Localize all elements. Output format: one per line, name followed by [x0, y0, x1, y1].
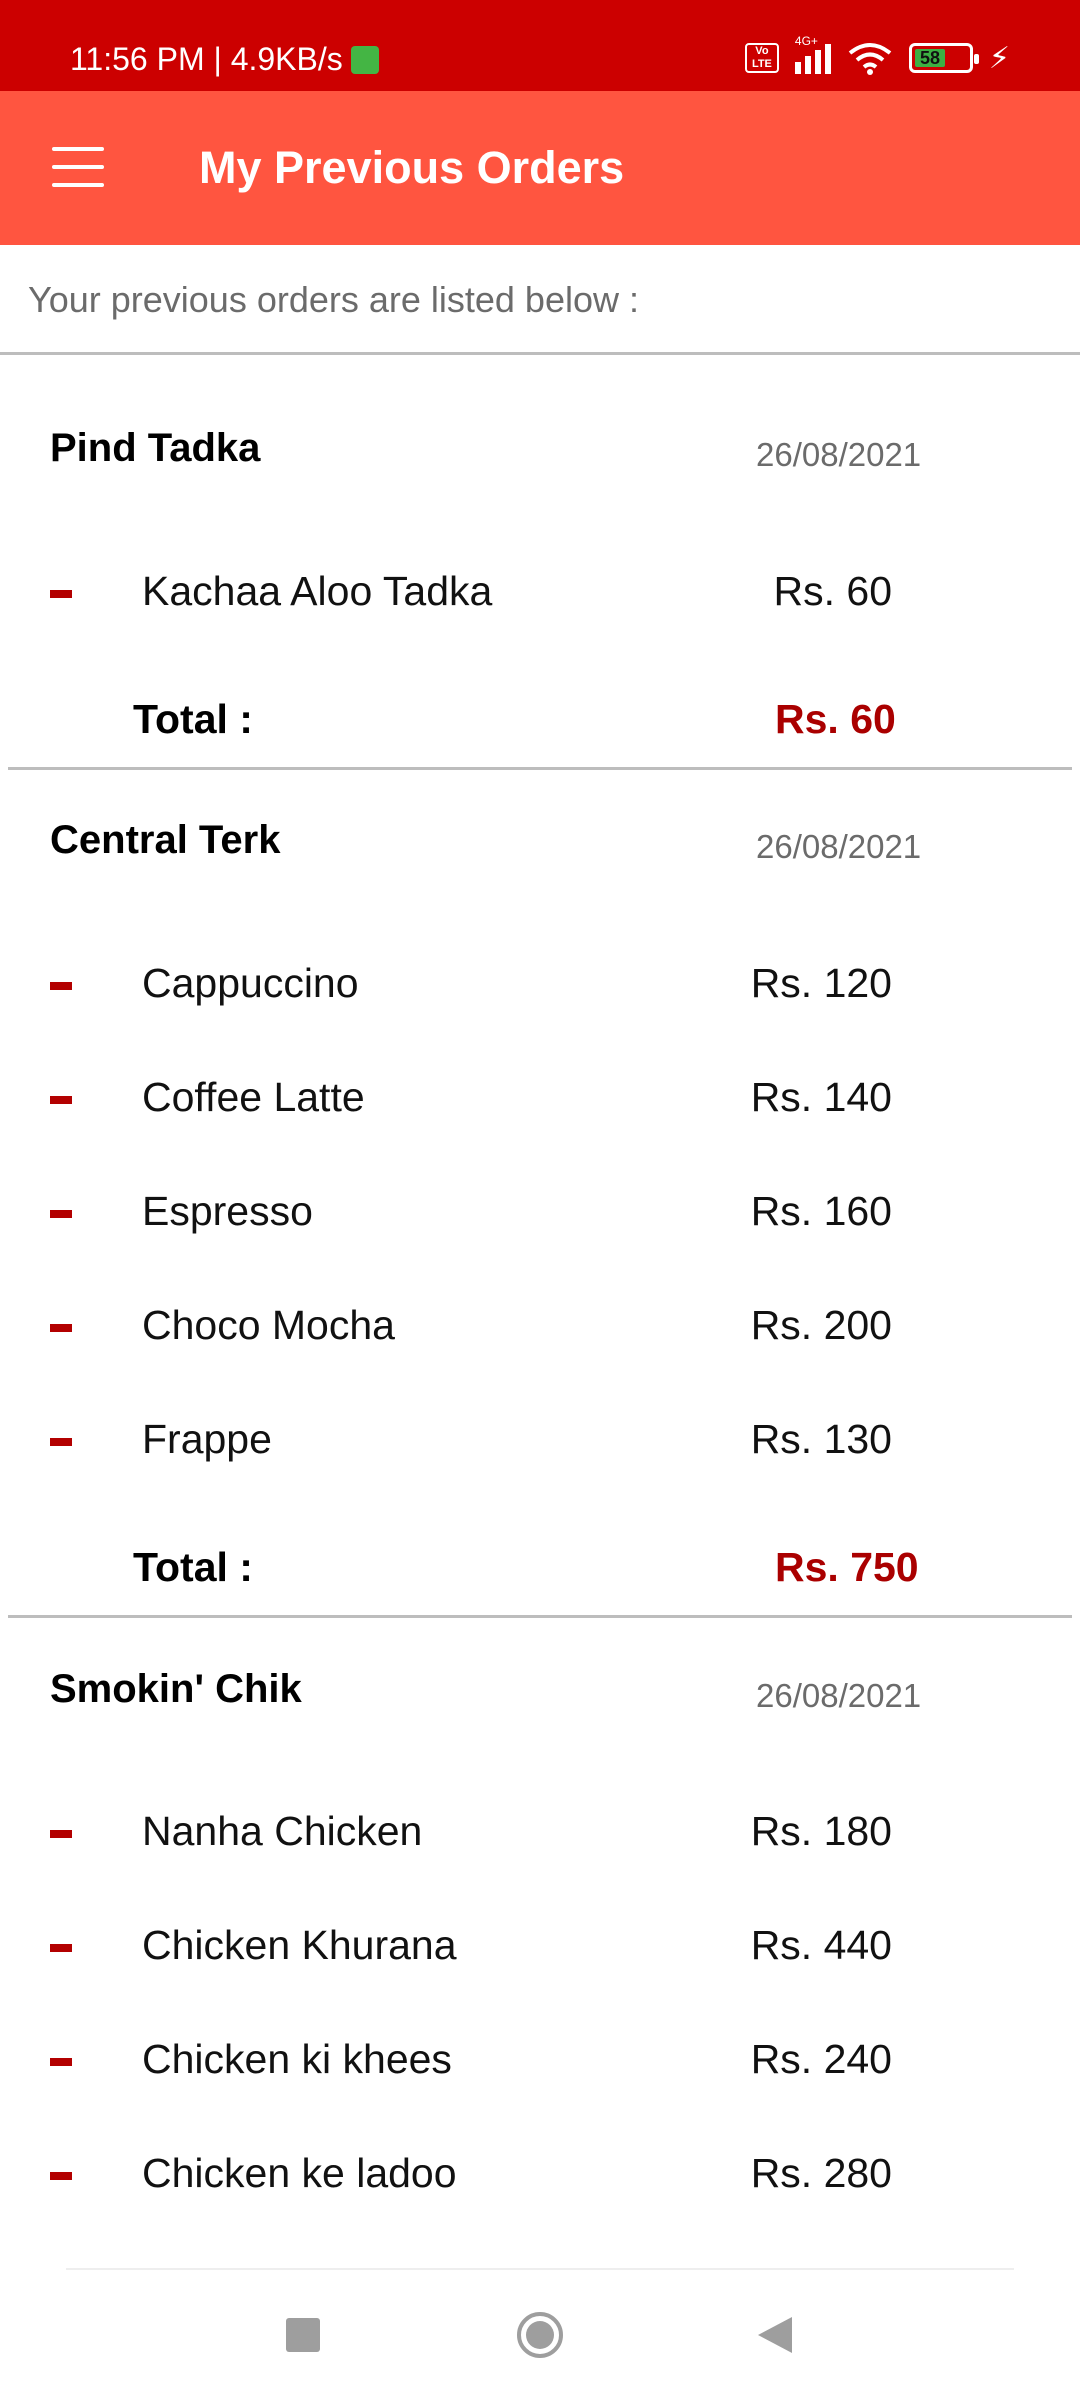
- status-time: 11:56 PM | 4.9KB/s: [70, 0, 379, 91]
- order-divider: [8, 1615, 1072, 1618]
- item-name: Chicken Khurana: [142, 1922, 457, 1968]
- total-label: Total :: [133, 696, 253, 742]
- item-name: Espresso: [142, 1188, 313, 1234]
- item-price: Rs. 140: [750, 1074, 892, 1120]
- item-name: Chicken ke ladoo: [142, 2150, 457, 2196]
- item-price: Rs. 240: [750, 2036, 892, 2082]
- order-date: 26/08/2021: [756, 828, 922, 865]
- dash-icon: [50, 590, 72, 598]
- total-value: Rs. 60: [775, 696, 896, 742]
- back-triangle-icon[interactable]: [756, 2315, 794, 2355]
- network-type-label: 4G+: [794, 34, 818, 48]
- dash-icon: [50, 1438, 72, 1446]
- item-name: Kachaa Aloo Tadka: [142, 568, 493, 614]
- order-item: Frappe Rs. 130: [0, 1416, 1080, 1476]
- item-name: Chicken ki khees: [142, 2036, 452, 2082]
- item-name: Frappe: [142, 1416, 272, 1462]
- order-item: Kachaa Aloo Tadka Rs. 60: [0, 568, 1080, 628]
- item-price: Rs. 180: [750, 1808, 892, 1854]
- nav-divider: [66, 2268, 1014, 2270]
- order-item: Chicken ke ladoo Rs. 280: [0, 2150, 1080, 2210]
- order-item: Choco Mocha Rs. 200: [0, 1302, 1080, 1362]
- order-item: Nanha Chicken Rs. 180: [0, 1808, 1080, 1868]
- order-item: Espresso Rs. 160: [0, 1188, 1080, 1248]
- volte-icon: Vo LTE: [744, 43, 779, 73]
- restaurant-name: Smokin' Chik: [50, 1667, 302, 1711]
- dash-icon: [50, 2172, 72, 2180]
- status-time-text: 11:56 PM | 4.9KB/s: [70, 41, 343, 77]
- battery-level: 58: [914, 49, 946, 67]
- item-price: Rs. 130: [750, 1416, 892, 1462]
- restaurant-name: Pind Tadka: [50, 426, 261, 470]
- item-price: Rs. 120: [750, 960, 892, 1006]
- item-price: Rs. 440: [750, 1922, 892, 1968]
- dash-icon: [50, 1944, 72, 1952]
- order-date: 26/08/2021: [756, 436, 922, 473]
- item-name: Nanha Chicken: [142, 1808, 423, 1854]
- dash-icon: [50, 982, 72, 990]
- total-value: Rs. 750: [775, 1544, 919, 1590]
- home-circle-icon[interactable]: [515, 2310, 565, 2360]
- total-label: Total :: [133, 1544, 253, 1590]
- order-item: Chicken Khurana Rs. 440: [0, 1922, 1080, 1982]
- dash-icon: [50, 1096, 72, 1104]
- item-price: Rs. 60: [773, 568, 893, 614]
- dash-icon: [50, 1324, 72, 1332]
- dash-icon: [50, 1830, 72, 1838]
- dash-icon: [50, 2058, 72, 2066]
- wifi-icon: [848, 43, 892, 75]
- intro-text: Your previous orders are listed below :: [28, 279, 639, 320]
- status-bar: 11:56 PM | 4.9KB/s Vo LTE 4G+ 58 ⚡: [0, 0, 1080, 91]
- item-price: Rs. 200: [750, 1302, 892, 1348]
- order-item: Chicken ki khees Rs. 240: [0, 2036, 1080, 2096]
- signal-strength-icon: 4G+: [794, 34, 831, 74]
- hamburger-menu-icon[interactable]: [52, 147, 104, 187]
- restaurant-name: Central Terk: [50, 818, 281, 862]
- dash-icon: [50, 1210, 72, 1218]
- order-date: 26/08/2021: [756, 1677, 922, 1714]
- battery-icon: 58: [908, 43, 979, 73]
- order-item: Coffee Latte Rs. 140: [0, 1074, 1080, 1134]
- android-app-icon: [350, 45, 379, 74]
- order-divider: [8, 767, 1072, 770]
- page-title: My Previous Orders: [199, 142, 625, 193]
- item-name: Coffee Latte: [142, 1074, 365, 1120]
- app-bar: My Previous Orders: [0, 91, 1080, 245]
- charging-icon: ⚡: [988, 41, 1010, 75]
- divider: [0, 352, 1080, 355]
- recents-square-icon[interactable]: [286, 2318, 320, 2352]
- status-icons: Vo LTE 4G+ 58 ⚡: [744, 34, 1010, 78]
- item-name: Cappuccino: [142, 960, 359, 1006]
- item-name: Choco Mocha: [142, 1302, 395, 1348]
- item-price: Rs. 160: [750, 1188, 892, 1234]
- item-price: Rs. 280: [750, 2150, 892, 2196]
- order-item: Cappuccino Rs. 120: [0, 960, 1080, 1020]
